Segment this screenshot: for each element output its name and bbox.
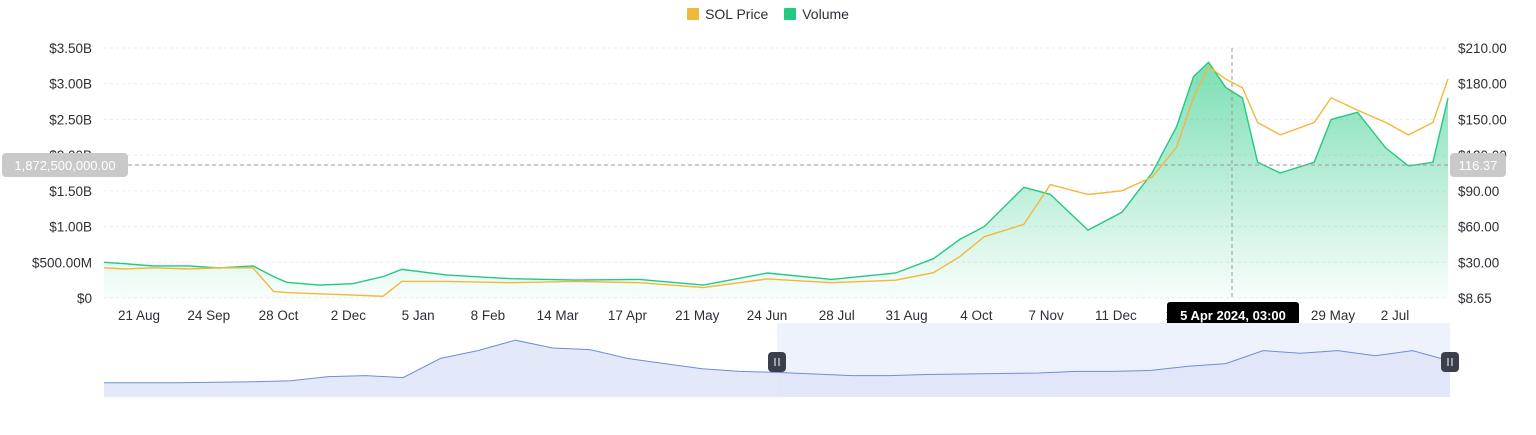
x-axis-tick-label: 24 Sep <box>187 308 230 323</box>
x-axis-tick-label: 28 Oct <box>259 308 299 323</box>
crosshair-left-value: 1,872,500,000.00 <box>14 158 115 173</box>
right-axis-tick-label: $90.00 <box>1458 184 1499 199</box>
left-axis-tick-label: $3.50B <box>49 41 92 56</box>
crosshair-right-value: 116.37 <box>1459 158 1498 173</box>
left-axis-tick-label: $3.00B <box>49 77 92 92</box>
x-axis-tick-label: 29 May <box>1311 308 1356 323</box>
right-axis-tick-label: $8.65 <box>1458 291 1492 306</box>
left-axis-tick-label: $1.00B <box>49 220 92 235</box>
x-axis-tick-label: 4 Oct <box>960 308 993 323</box>
x-axis-tick-label: 21 Aug <box>118 308 160 323</box>
x-axis-tick-label: 2 Jul <box>1381 308 1410 323</box>
x-axis-tick-label: 5 Jan <box>402 308 435 323</box>
x-axis-tick-label: 21 May <box>675 308 720 323</box>
right-axis-tick-label: $180.00 <box>1458 77 1507 92</box>
price-volume-chart[interactable]: $0$500.00M$1.00B$1.50B$2.00B$2.50B$3.00B… <box>0 0 1536 435</box>
x-axis-tick-label: 24 Jun <box>747 308 788 323</box>
navigator[interactable] <box>104 323 1459 397</box>
x-axis-tick-label: 11 Dec <box>1095 308 1137 323</box>
x-axis-tick-label: 2 Dec <box>331 308 367 323</box>
crosshair-date-tooltip: 5 Apr 2024, 03:00 <box>1180 308 1286 323</box>
navigator-left-handle[interactable] <box>768 352 786 372</box>
x-axis-tick-label: 17 Apr <box>608 308 648 323</box>
x-axis-tick-label: 31 Aug <box>886 308 928 323</box>
x-axis-tick-label: 7 Nov <box>1028 308 1064 323</box>
right-axis-tick-label: $30.00 <box>1458 255 1499 270</box>
right-axis-tick-label: $60.00 <box>1458 220 1499 235</box>
left-axis-tick-label: $2.50B <box>49 112 92 127</box>
left-axis-tick-label: $0 <box>77 291 92 306</box>
x-axis-tick-label: 28 Jul <box>819 308 855 323</box>
left-axis-tick-label: $500.00M <box>32 255 92 270</box>
right-axis-tick-label: $210.00 <box>1458 41 1507 56</box>
x-axis-tick-label: 8 Feb <box>471 308 506 323</box>
left-axis-tick-label: $1.50B <box>49 184 92 199</box>
navigator-right-handle[interactable] <box>1441 352 1459 372</box>
right-axis-tick-label: $150.00 <box>1458 112 1507 127</box>
x-axis-tick-label: 14 Mar <box>537 308 580 323</box>
